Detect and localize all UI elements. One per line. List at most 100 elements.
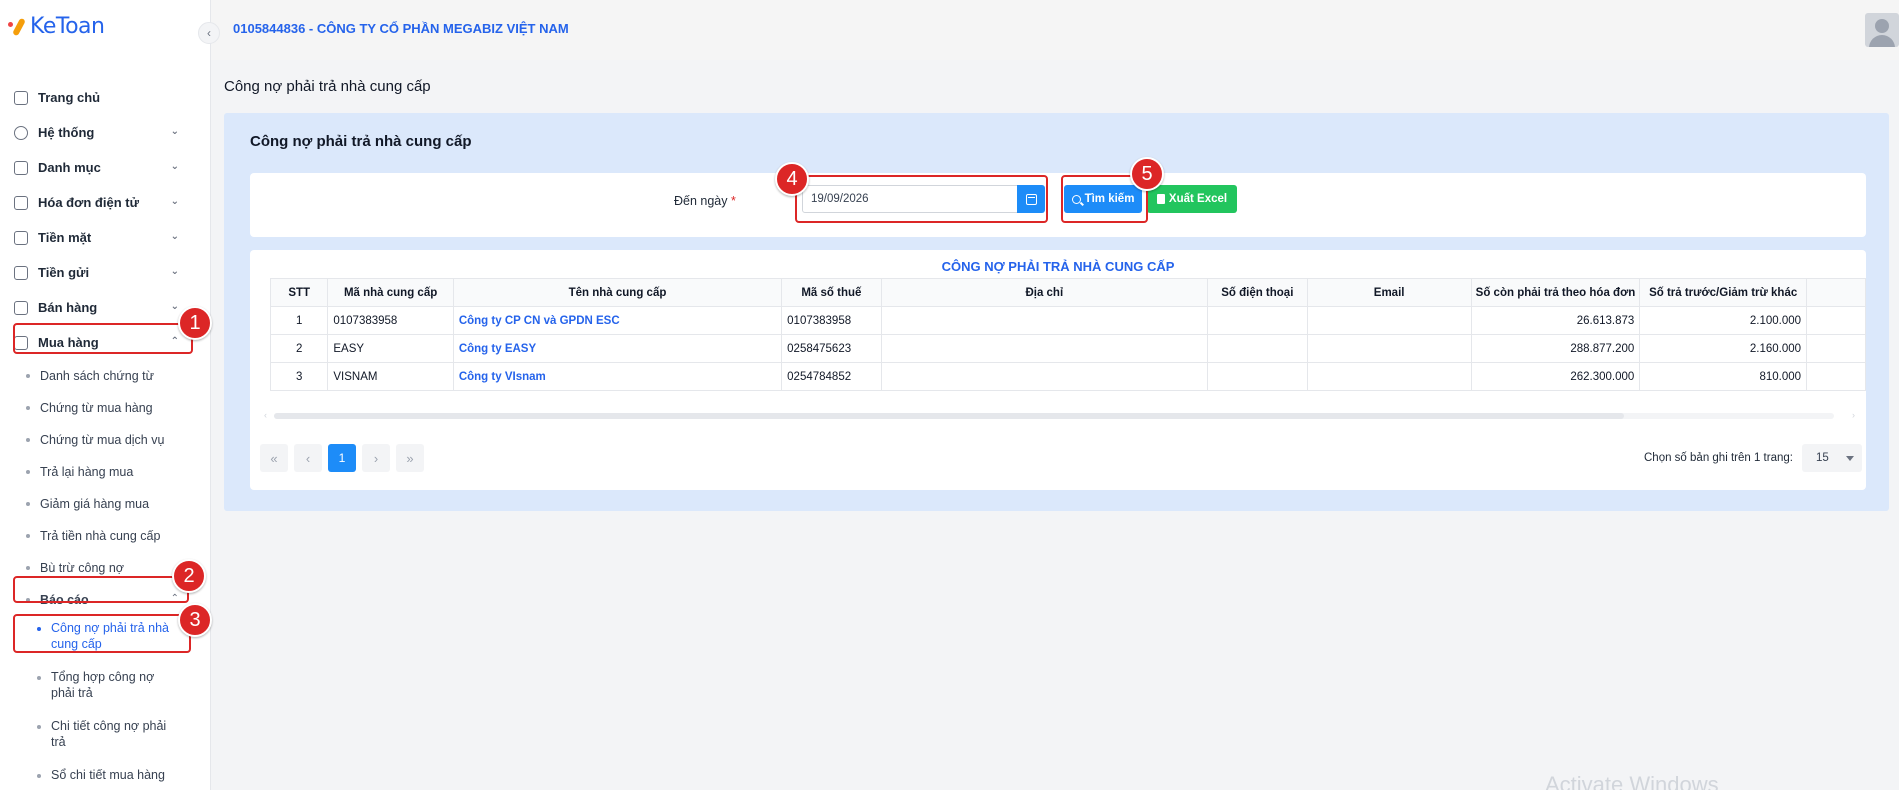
col-header-remaining[interactable]: Số còn phải trả theo hóa đơn bbox=[1470, 278, 1641, 307]
sidebar-item-catalog[interactable]: Danh mục ⌄ bbox=[0, 150, 211, 185]
sidebar-collapse-button[interactable]: ‹ bbox=[198, 22, 220, 44]
cell-supplier-name-link[interactable]: Công ty EASY bbox=[452, 334, 783, 363]
sidebar: KeToan Trang chủ Hệ thống ⌄ Danh mục ⌄ H… bbox=[0, 0, 211, 790]
logo-mark-icon bbox=[8, 16, 28, 38]
sidebar-subitem-payables-detail[interactable]: Chi tiết công nợ phải trả bbox=[0, 714, 211, 763]
sidebar-subitem-label: Danh sách chứng từ bbox=[40, 369, 155, 383]
sidebar-subitem-service-voucher[interactable]: Chứng từ mua dịch vụ bbox=[0, 424, 211, 456]
cell-supplier-code: VISNAM bbox=[327, 362, 454, 391]
table-row[interactable]: 3 VISNAM Công ty VIsnam 0254784852 262.3… bbox=[270, 362, 1866, 391]
step-badge-1: 1 bbox=[178, 306, 212, 340]
cell-stt: 3 bbox=[270, 362, 329, 391]
col-header-email[interactable]: Email bbox=[1306, 278, 1472, 307]
sidebar-subitem-supplier-payment[interactable]: Trả tiền nhà cung cấp bbox=[0, 520, 211, 552]
table-scroll[interactable]: STT Mã nhà cung cấp Tên nhà cung cấp Mã … bbox=[270, 278, 1866, 391]
bullet-icon bbox=[37, 627, 41, 631]
company-name: 0105844836 - CÔNG TY CỔ PHẦN MEGABIZ VIỆ… bbox=[233, 21, 569, 36]
col-header-phone[interactable]: Số điện thoại bbox=[1207, 278, 1308, 307]
sidebar-subitem-label: Báo cáo bbox=[40, 593, 89, 607]
calendar-button[interactable] bbox=[1017, 185, 1045, 213]
cell-prepaid: 2.160.000 bbox=[1639, 334, 1808, 363]
chevron-down-icon: ⌄ bbox=[170, 161, 179, 172]
bullet-icon bbox=[37, 676, 41, 680]
sidebar-item-cash[interactable]: Tiền mặt ⌄ bbox=[0, 220, 211, 255]
cell-prepaid: 810.000 bbox=[1639, 362, 1808, 391]
invoice-icon bbox=[14, 195, 28, 210]
page-button-current[interactable]: 1 bbox=[328, 444, 356, 472]
sidebar-subitem-label: Công nợ phải trả nhà cung cấp bbox=[51, 621, 169, 651]
chevron-down-icon: ⌄ bbox=[170, 231, 179, 242]
sidebar-subitem-label: Trả lại hàng mua bbox=[40, 465, 134, 479]
to-date-input[interactable] bbox=[802, 185, 1018, 213]
table-card: CÔNG NỢ PHẢI TRẢ NHÀ CUNG CẤP STT Mã nhà… bbox=[250, 250, 1866, 490]
home-icon bbox=[14, 90, 28, 105]
cell-supplier-name-link[interactable]: Công ty CP CN và GPDN ESC bbox=[452, 306, 783, 335]
sidebar-subitem-document-list[interactable]: Danh sách chứng từ bbox=[0, 360, 211, 392]
cell-tax-code: 0258475623 bbox=[781, 334, 882, 363]
scroll-left-icon[interactable]: ‹ bbox=[264, 410, 267, 420]
grid-icon bbox=[14, 160, 28, 175]
per-page-select[interactable]: 15 bbox=[1802, 444, 1862, 472]
col-header-stt[interactable]: STT bbox=[270, 278, 329, 307]
sidebar-subitem-payables-summary[interactable]: Tổng hợp công nợ phải trả bbox=[0, 665, 211, 714]
bullet-icon bbox=[26, 534, 30, 538]
cell-remaining: 262.300.000 bbox=[1470, 362, 1641, 391]
cell-stt: 1 bbox=[270, 306, 329, 335]
excel-file-icon bbox=[1156, 194, 1165, 204]
col-header-address[interactable]: Địa chỉ bbox=[880, 278, 1209, 307]
col-header-more bbox=[1806, 278, 1866, 307]
table-title: CÔNG NỢ PHẢI TRẢ NHÀ CUNG CẤP bbox=[941, 259, 1175, 274]
cell-email bbox=[1306, 334, 1472, 363]
filter-card: Đến ngày * Tìm kiếm Xuất Excel bbox=[250, 173, 1866, 237]
export-excel-button[interactable]: Xuất Excel bbox=[1147, 185, 1237, 213]
sidebar-menu: Trang chủ Hệ thống ⌄ Danh mục ⌄ Hóa đơn … bbox=[0, 80, 211, 790]
step-badge-3: 3 bbox=[178, 603, 212, 637]
next-page-button[interactable]: › bbox=[362, 444, 390, 472]
logo[interactable]: KeToan bbox=[8, 14, 105, 39]
first-page-button[interactable]: « bbox=[260, 444, 288, 472]
per-page-value: 15 bbox=[1816, 452, 1829, 464]
scrollbar-thumb[interactable] bbox=[274, 413, 1624, 419]
col-header-tax-code[interactable]: Mã số thuế bbox=[781, 278, 882, 307]
main-panel: Công nợ phải trả nhà cung cấp Đến ngày *… bbox=[224, 113, 1889, 511]
sidebar-item-label: Hệ thống bbox=[38, 125, 95, 140]
bullet-icon bbox=[26, 470, 30, 474]
avatar[interactable] bbox=[1865, 13, 1899, 47]
bullet-icon bbox=[26, 598, 30, 602]
col-header-supplier-code[interactable]: Mã nhà cung cấp bbox=[327, 278, 454, 307]
gear-icon bbox=[14, 125, 28, 140]
bullet-icon bbox=[37, 725, 41, 729]
sidebar-subitem-purchase-discount[interactable]: Giảm giá hàng mua bbox=[0, 488, 211, 520]
last-page-button[interactable]: » bbox=[396, 444, 424, 472]
sidebar-item-deposit[interactable]: Tiền gửi ⌄ bbox=[0, 255, 211, 290]
sidebar-item-e-invoice[interactable]: Hóa đơn điện tử ⌄ bbox=[0, 185, 211, 220]
search-button[interactable]: Tìm kiếm bbox=[1064, 185, 1142, 213]
table-row[interactable]: 2 EASY Công ty EASY 0258475623 288.877.2… bbox=[270, 334, 1866, 363]
sidebar-item-system[interactable]: Hệ thống ⌄ bbox=[0, 115, 211, 150]
windows-activation-watermark: Activate Windows bbox=[1545, 772, 1719, 790]
scroll-right-icon[interactable]: › bbox=[1852, 410, 1855, 420]
cell-supplier-name-link[interactable]: Công ty VIsnam bbox=[452, 362, 783, 391]
table-row[interactable]: 1 0107383958 Công ty CP CN và GPDN ESC 0… bbox=[270, 306, 1866, 335]
col-header-supplier-name[interactable]: Tên nhà cung cấp bbox=[452, 278, 783, 307]
sidebar-item-label: Trang chủ bbox=[38, 90, 101, 105]
cell-remaining: 288.877.200 bbox=[1470, 334, 1641, 363]
date-filter-label: Đến ngày * bbox=[674, 194, 736, 208]
sidebar-subitem-label: Tổng hợp công nợ phải trả bbox=[51, 670, 155, 700]
search-button-label: Tìm kiếm bbox=[1084, 193, 1135, 205]
chevron-down-icon: ⌄ bbox=[170, 266, 179, 277]
chevron-down-icon: ⌄ bbox=[170, 196, 179, 207]
horizontal-scrollbar[interactable] bbox=[274, 413, 1834, 419]
cell-email bbox=[1306, 306, 1472, 335]
col-header-prepaid[interactable]: Số trả trước/Giảm trừ khác bbox=[1639, 278, 1808, 307]
prev-page-button[interactable]: ‹ bbox=[294, 444, 322, 472]
sidebar-subitem-purchase-ledger[interactable]: Sổ chi tiết mua hàng bbox=[0, 763, 211, 790]
sidebar-item-home[interactable]: Trang chủ bbox=[0, 80, 211, 115]
top-header: 0105844836 - CÔNG TY CỔ PHẦN MEGABIZ VIỆ… bbox=[211, 0, 1899, 60]
chevron-down-icon: ⌄ bbox=[170, 126, 179, 137]
cell-stt: 2 bbox=[270, 334, 329, 363]
sidebar-subitem-purchase-return[interactable]: Trả lại hàng mua bbox=[0, 456, 211, 488]
chevron-down-icon: ⌄ bbox=[170, 301, 179, 312]
table-header-row: STT Mã nhà cung cấp Tên nhà cung cấp Mã … bbox=[270, 278, 1866, 307]
sidebar-subitem-purchase-voucher[interactable]: Chứng từ mua hàng bbox=[0, 392, 211, 424]
